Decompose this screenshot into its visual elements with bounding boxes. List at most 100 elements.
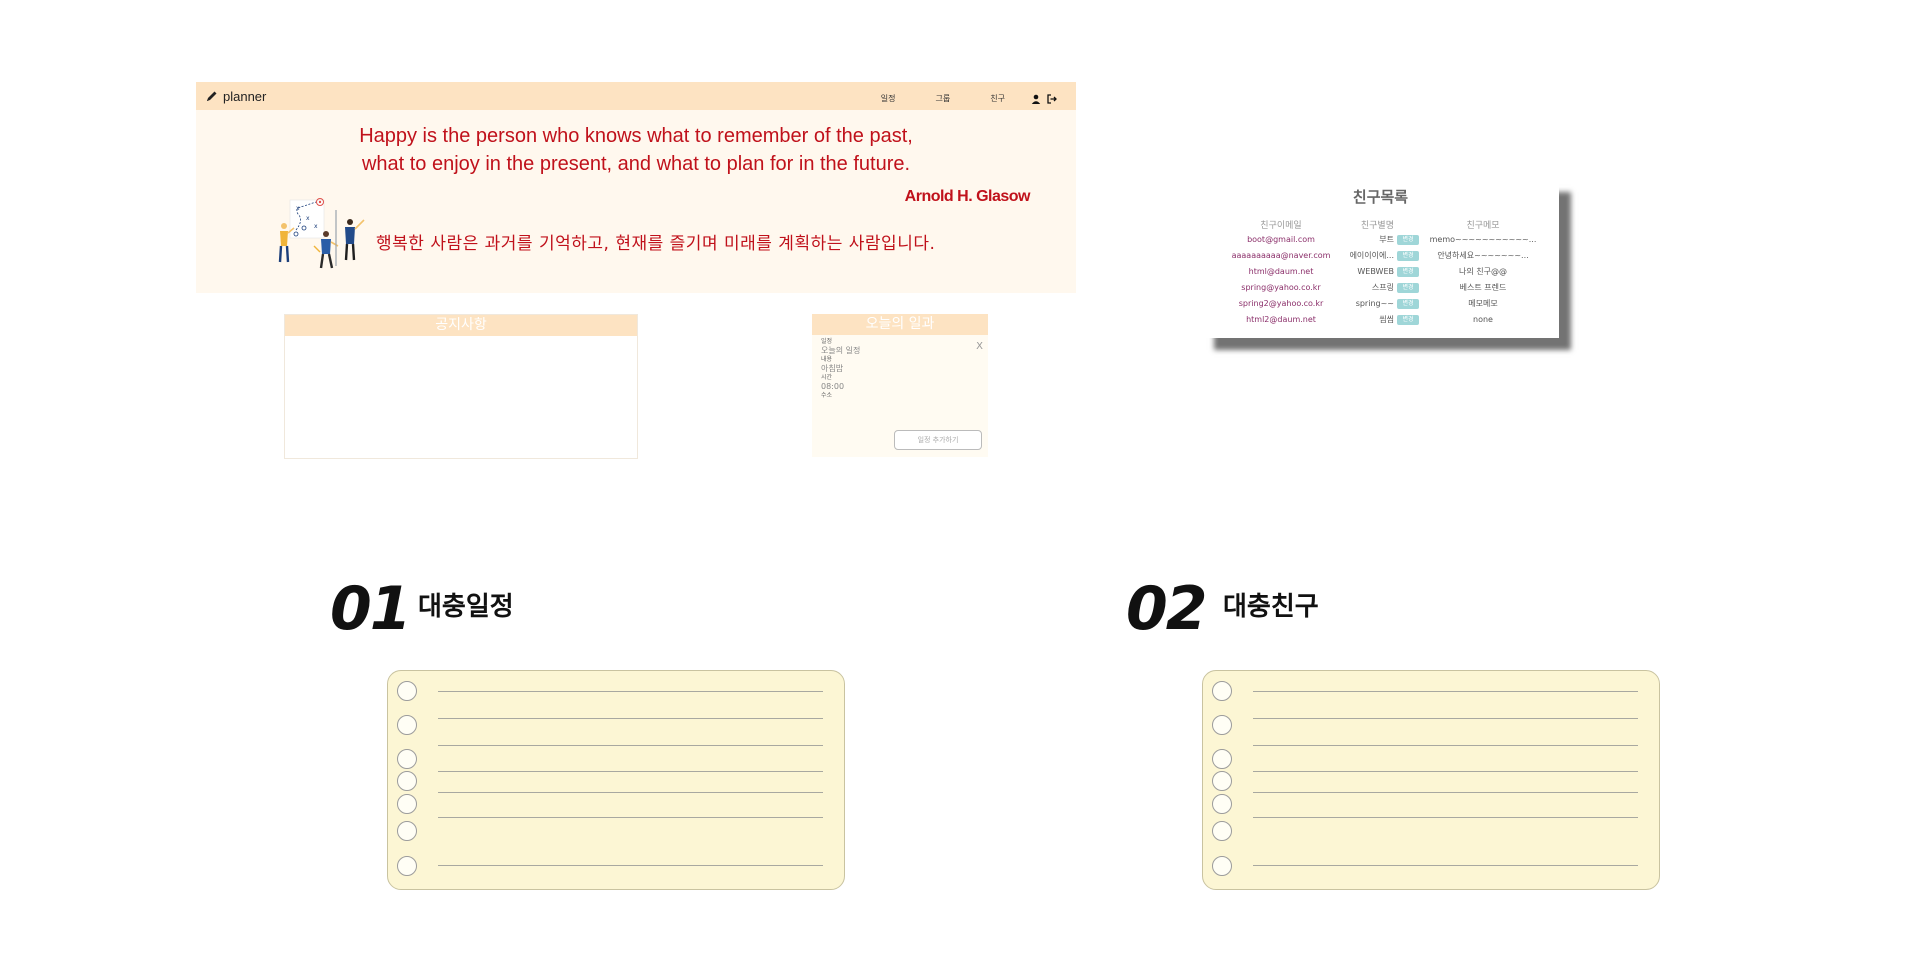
friend-nickname: spring~~ — [1355, 298, 1394, 308]
notepad-ring — [397, 771, 417, 791]
notepad-ring — [1212, 794, 1232, 814]
friend-email: html2@daum.net — [1246, 314, 1316, 324]
table-row: html@daum.net WEBWEB 변경 나의 친구@@ — [1216, 263, 1543, 279]
notepad-ring — [1212, 749, 1232, 769]
notepad-ring — [397, 749, 417, 769]
edit-button[interactable]: 변경 — [1397, 298, 1419, 309]
edit-button[interactable]: 변경 — [1397, 250, 1419, 261]
field-label: 일정 — [821, 338, 833, 345]
notepad-line — [438, 792, 823, 793]
quote-author: Arnold H. Glasow — [904, 188, 1031, 205]
section-title: 대충일정 — [418, 592, 514, 622]
header-blank — [1397, 218, 1423, 231]
brand[interactable]: planner — [206, 87, 266, 106]
notepad-line — [1253, 771, 1638, 772]
friends-list-card: 친구목록 친구이메일 친구별명 친구메모 boot@gmail.com 부트 변… — [1202, 180, 1559, 338]
friend-email: spring2@yahoo.co.kr — [1238, 298, 1324, 308]
today-schedule-panel: 오늘의 일과 X 일정 오늘의 일정 내용 아침밥 시간 08:00 수소 일정… — [812, 314, 988, 457]
nav-link-schedule[interactable]: 일정 — [881, 93, 896, 104]
user-icon[interactable] — [1031, 89, 1041, 108]
notepad-ring — [1212, 681, 1232, 701]
table-row: spring2@yahoo.co.kr spring~~ 변경 메모메모 — [1216, 295, 1543, 311]
table-row: html2@daum.net 씸씸 변경 none — [1216, 311, 1543, 327]
section-title: 대충친구 — [1223, 592, 1319, 622]
edit-button[interactable]: 변경 — [1397, 282, 1419, 293]
friend-memo: memo~~~~~~~~~~~... — [1429, 234, 1537, 244]
pencil-icon — [206, 87, 218, 106]
notepad-line — [1253, 792, 1638, 793]
friend-nickname: 부트 — [1379, 234, 1394, 244]
edit-button[interactable]: 변경 — [1397, 314, 1419, 325]
notepad-line — [438, 718, 823, 719]
notice-panel: 공지사항 — [284, 314, 638, 459]
section-number: 01 — [330, 574, 411, 644]
section-number: 02 — [1126, 574, 1207, 644]
notepad-line — [438, 865, 823, 866]
notepad-ring — [397, 821, 417, 841]
notepad-line — [438, 771, 823, 772]
schedule-notepad — [387, 670, 845, 890]
notepad-ring — [1212, 715, 1232, 735]
notepad-line — [1253, 718, 1638, 719]
notepad-ring — [397, 794, 417, 814]
header-email: 친구이메일 — [1260, 221, 1302, 231]
friend-memo: 베스트 프렌드 — [1459, 282, 1507, 292]
field-label: 시간 — [821, 374, 833, 381]
field-label: 내용 — [821, 356, 833, 363]
friend-email: spring@yahoo.co.kr — [1241, 282, 1321, 292]
today-details: 일정 오늘의 일정 내용 아침밥 시간 08:00 수소 — [821, 338, 860, 400]
svg-text:x: x — [306, 215, 310, 222]
nav-link-group[interactable]: 그룹 — [936, 93, 951, 104]
friend-email: boot@gmail.com — [1247, 234, 1315, 244]
edit-button[interactable]: 변경 — [1397, 266, 1419, 277]
nav-menu: 일정 그룹 친구 — [841, 89, 1058, 108]
notepad-line — [1253, 745, 1638, 746]
notepad-ring — [1212, 771, 1232, 791]
field-value: 아침밥 — [821, 364, 844, 373]
notepad-line — [1253, 817, 1638, 818]
notepad-line — [438, 691, 823, 692]
nav-link-friends[interactable]: 친구 — [990, 93, 1005, 104]
hero-banner: Happy is the person who knows what to re… — [196, 110, 1076, 293]
friend-nickname: 씸씸 — [1379, 314, 1394, 324]
planner-screenshot: planner 일정 그룹 친구 Happy is the person who… — [196, 82, 1076, 462]
friend-memo: none — [1473, 314, 1493, 324]
quote-line-2: what to enjoy in the present, and what t… — [361, 153, 911, 175]
svg-text:x: x — [314, 223, 318, 230]
close-icon[interactable]: X — [976, 341, 983, 352]
notepad-ring — [1212, 821, 1232, 841]
friend-nickname: 스프링 — [1371, 282, 1394, 292]
quote-english: Happy is the person who knows what to re… — [196, 122, 1076, 178]
add-schedule-button[interactable]: 일정 추가하기 — [894, 430, 982, 450]
navbar: planner 일정 그룹 친구 — [196, 82, 1076, 110]
friend-nickname: WEBWEB — [1357, 266, 1394, 276]
edit-button[interactable]: 변경 — [1397, 234, 1419, 245]
notepad-line — [438, 817, 823, 818]
quote-korean: 행복한 사람은 과거를 기억하고, 현재를 즐기며 미래를 계획하는 사람입니다… — [376, 234, 936, 254]
notepad-ring — [1212, 856, 1232, 876]
quote-line-1: Happy is the person who knows what to re… — [359, 125, 913, 147]
header-memo: 친구메모 — [1466, 221, 1500, 231]
table-header-row: 친구이메일 친구별명 친구메모 — [1216, 218, 1543, 231]
friend-memo: 안녕하세요~~~~~~~... — [1437, 250, 1529, 260]
today-title: 오늘의 일과 — [812, 314, 988, 335]
field-value: 오늘의 일정 — [821, 346, 861, 355]
notepad-ring — [397, 856, 417, 876]
logout-icon[interactable] — [1047, 89, 1058, 108]
table-row: spring@yahoo.co.kr 스프링 변경 베스트 프렌드 — [1216, 279, 1543, 295]
svg-text:x: x — [296, 205, 300, 212]
friends-notepad — [1202, 670, 1660, 890]
table-row: aaaaaaaaaa@naver.com 에이이이에... 변경 안녕하세요~~… — [1216, 247, 1543, 263]
friends-title: 친구목록 — [1352, 188, 1409, 206]
notepad-line — [1253, 691, 1638, 692]
friend-nickname: 에이이이에... — [1349, 250, 1394, 260]
table-row: boot@gmail.com 부트 변경 memo~~~~~~~~~~~... — [1216, 231, 1543, 247]
friend-email: html@daum.net — [1248, 266, 1314, 276]
notepad-line — [1253, 865, 1638, 866]
header-nickname: 친구별명 — [1360, 221, 1394, 231]
field-label: 수소 — [821, 392, 833, 399]
notepad-line — [438, 745, 823, 746]
friend-memo: 메모메모 — [1468, 298, 1498, 308]
notepad-ring — [397, 681, 417, 701]
field-value: 08:00 — [821, 382, 845, 391]
